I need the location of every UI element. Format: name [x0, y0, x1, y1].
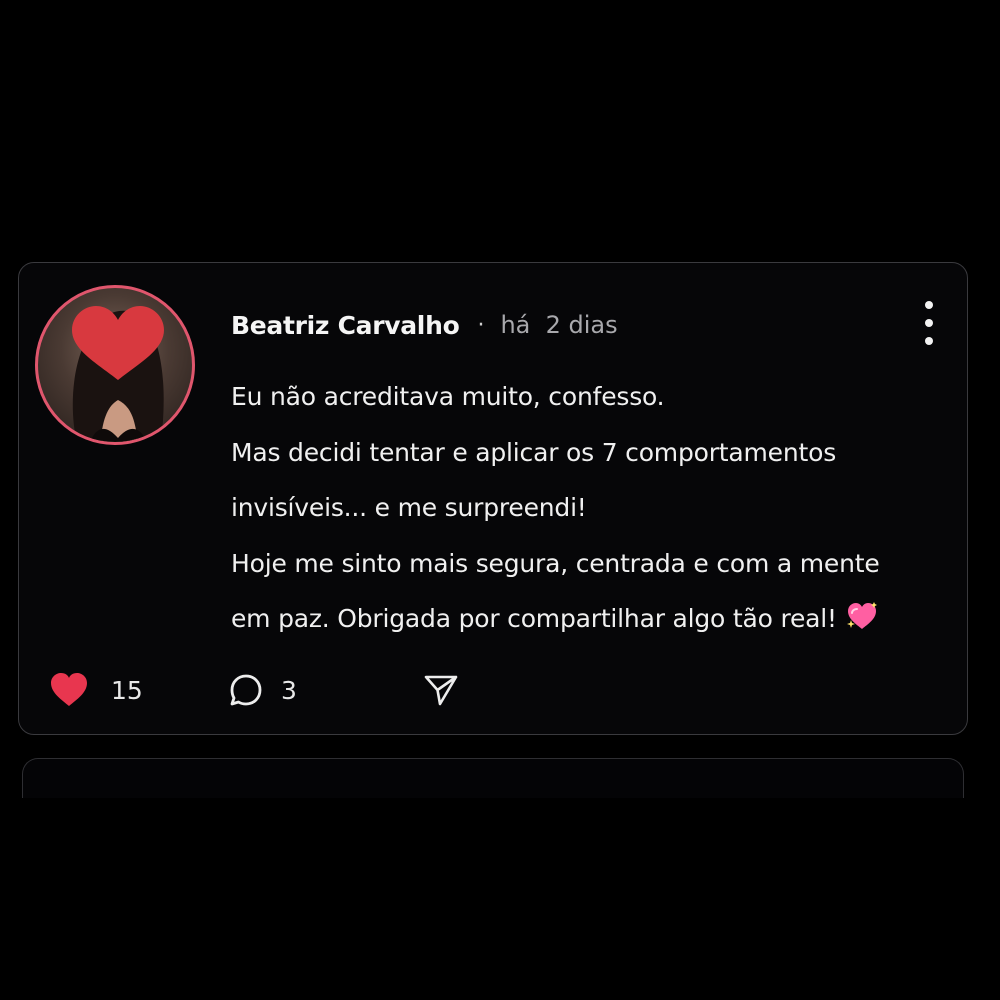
- share-button[interactable]: [423, 665, 459, 715]
- comment-line: Hoje me sinto mais segura, centrada e co…: [231, 548, 880, 578]
- avatar-photo: [72, 306, 164, 442]
- comment-line: Eu não acreditava muito, confesso.: [231, 382, 665, 411]
- heart-icon: [51, 673, 87, 706]
- comment-line: Mas decidi tentar e aplicar os 7 comport…: [231, 437, 837, 467]
- comment-card: Beatriz Carvalho · há 2 dias Eu não acre…: [18, 262, 968, 735]
- comment-count: 3: [281, 675, 297, 705]
- comment-line-last: em paz. Obrigada por compartilhar algo t…: [231, 591, 931, 651]
- sparkling-heart-icon: [845, 595, 879, 651]
- comment-line: invisíveis... e me surpreendi!: [231, 493, 587, 522]
- more-vertical-icon[interactable]: [921, 301, 937, 345]
- separator-dot: ·: [477, 312, 485, 338]
- like-count: 15: [111, 675, 143, 705]
- comment-bubble-icon: [230, 674, 262, 706]
- next-comment-card: [22, 758, 964, 798]
- send-icon: [424, 675, 458, 706]
- comment-line: em paz. Obrigada por compartilhar algo t…: [231, 604, 837, 633]
- comment-button[interactable]: 3: [229, 665, 297, 715]
- timestamp: há 2 dias: [500, 311, 618, 339]
- avatar[interactable]: [35, 285, 195, 445]
- post-header: Beatriz Carvalho · há 2 dias: [231, 305, 618, 345]
- action-bar: 15 3: [49, 665, 509, 715]
- author-name[interactable]: Beatriz Carvalho: [231, 311, 460, 340]
- comment-body: Eu não acreditava muito, confesso. Mas d…: [231, 369, 931, 651]
- like-button[interactable]: 15: [49, 665, 143, 715]
